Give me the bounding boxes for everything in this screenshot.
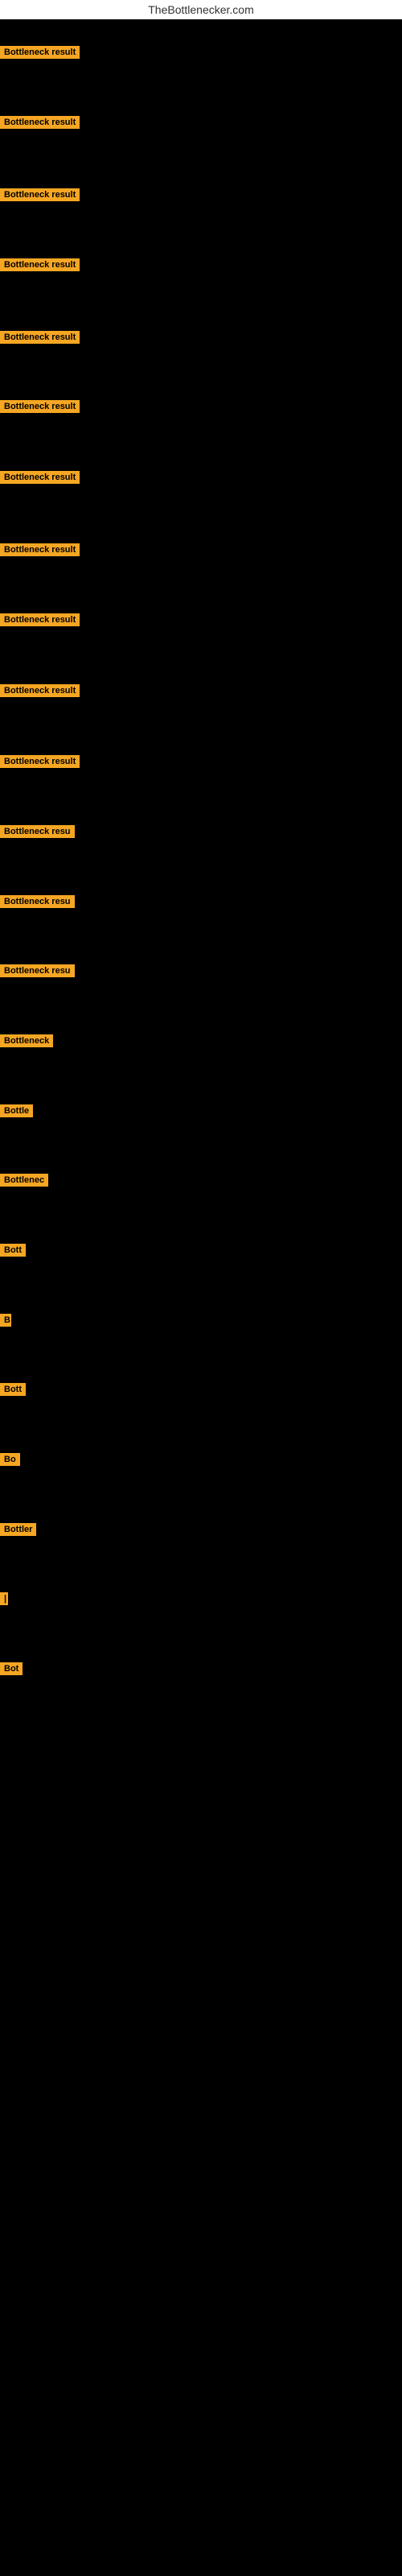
- bottleneck-label-19[interactable]: B: [0, 1314, 11, 1327]
- bottleneck-label-24[interactable]: Bot: [0, 1662, 23, 1675]
- bottleneck-item-18: Bott: [0, 1244, 26, 1261]
- bottleneck-item-13: Bottleneck resu: [0, 895, 75, 912]
- bottleneck-label-6[interactable]: Bottleneck result: [0, 400, 80, 413]
- bottleneck-item-2: Bottleneck result: [0, 116, 80, 133]
- bottleneck-item-3: Bottleneck result: [0, 188, 80, 205]
- site-title: TheBottlenecker.com: [0, 0, 402, 19]
- bottleneck-item-5: Bottleneck result: [0, 331, 80, 348]
- bottleneck-label-9[interactable]: Bottleneck result: [0, 613, 80, 626]
- bottleneck-item-21: Bo: [0, 1453, 20, 1470]
- bottleneck-item-4: Bottleneck result: [0, 258, 80, 275]
- bottleneck-item-16: Bottle: [0, 1104, 33, 1121]
- bottleneck-item-10: Bottleneck result: [0, 684, 80, 701]
- bottleneck-item-15: Bottleneck: [0, 1034, 53, 1051]
- bottleneck-label-18[interactable]: Bott: [0, 1244, 26, 1257]
- bottleneck-label-20[interactable]: Bott: [0, 1383, 26, 1396]
- bottleneck-label-22[interactable]: Bottler: [0, 1523, 36, 1536]
- bottleneck-label-10[interactable]: Bottleneck result: [0, 684, 80, 697]
- bottleneck-label-3[interactable]: Bottleneck result: [0, 188, 80, 201]
- bottleneck-item-17: Bottlenec: [0, 1174, 48, 1191]
- bottleneck-item-22: Bottler: [0, 1523, 36, 1540]
- bottleneck-label-21[interactable]: Bo: [0, 1453, 20, 1466]
- bottleneck-item-7: Bottleneck result: [0, 471, 80, 488]
- bottleneck-label-15[interactable]: Bottleneck: [0, 1034, 53, 1047]
- bottleneck-label-11[interactable]: Bottleneck result: [0, 755, 80, 768]
- bottleneck-label-17[interactable]: Bottlenec: [0, 1174, 48, 1187]
- bottleneck-item-19: B: [0, 1314, 11, 1331]
- bottleneck-label-2[interactable]: Bottleneck result: [0, 116, 80, 129]
- bottleneck-item-11: Bottleneck result: [0, 755, 80, 772]
- bottleneck-label-14[interactable]: Bottleneck resu: [0, 964, 75, 977]
- bottleneck-item-14: Bottleneck resu: [0, 964, 75, 981]
- bottleneck-label-23[interactable]: |: [0, 1592, 8, 1605]
- bottleneck-item-9: Bottleneck result: [0, 613, 80, 630]
- bottleneck-label-8[interactable]: Bottleneck result: [0, 543, 80, 556]
- bottleneck-item-20: Bott: [0, 1383, 26, 1400]
- bottleneck-label-12[interactable]: Bottleneck resu: [0, 825, 75, 838]
- bottleneck-item-23: |: [0, 1592, 8, 1609]
- bottleneck-item-8: Bottleneck result: [0, 543, 80, 560]
- bottleneck-label-4[interactable]: Bottleneck result: [0, 258, 80, 271]
- bottleneck-item-24: Bot: [0, 1662, 23, 1679]
- bottleneck-item-1: Bottleneck result: [0, 46, 80, 63]
- bottleneck-label-7[interactable]: Bottleneck result: [0, 471, 80, 484]
- bottleneck-label-13[interactable]: Bottleneck resu: [0, 895, 75, 908]
- bottleneck-item-6: Bottleneck result: [0, 400, 80, 417]
- bottleneck-label-1[interactable]: Bottleneck result: [0, 46, 80, 59]
- bottleneck-item-12: Bottleneck resu: [0, 825, 75, 842]
- bottleneck-label-5[interactable]: Bottleneck result: [0, 331, 80, 344]
- bottleneck-label-16[interactable]: Bottle: [0, 1104, 33, 1117]
